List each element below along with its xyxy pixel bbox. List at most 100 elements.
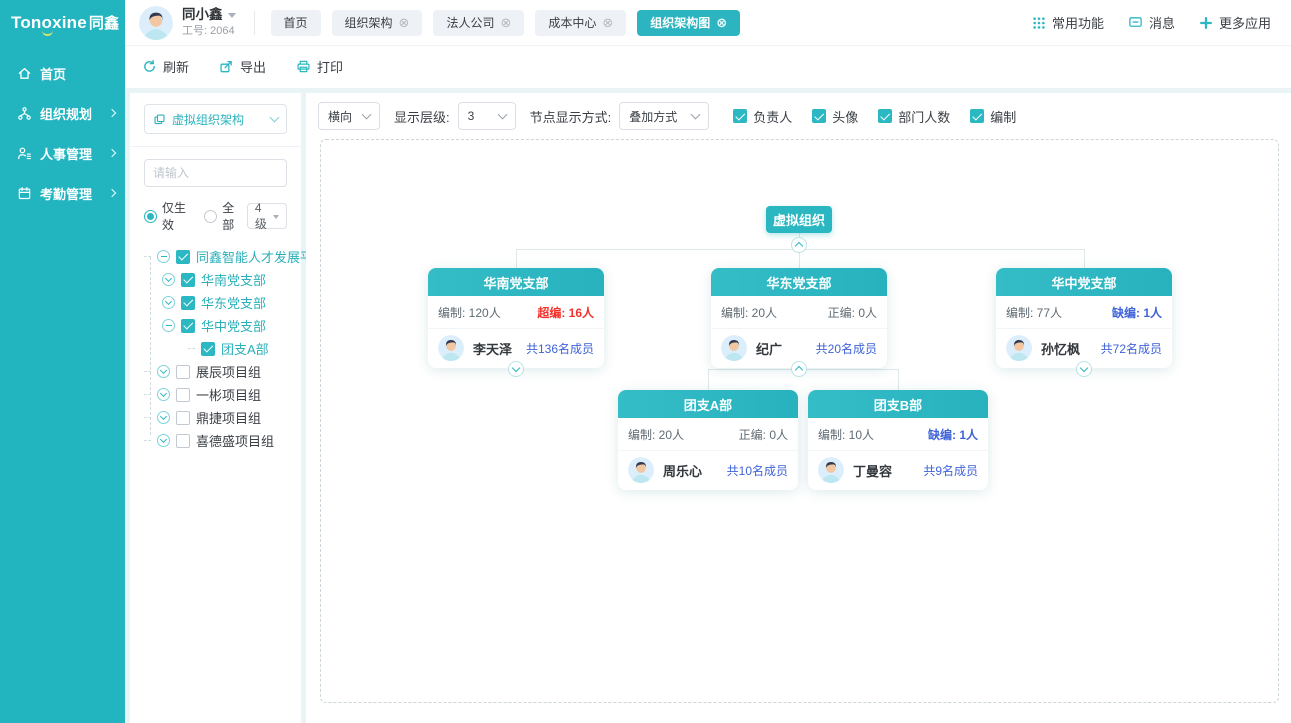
search-input[interactable] (144, 159, 287, 187)
common-functions-button[interactable]: 常用功能 (1032, 13, 1104, 32)
collapse-icon[interactable] (157, 250, 170, 263)
close-icon[interactable]: ⊗ (500, 16, 511, 29)
checkbox-checked[interactable] (181, 273, 195, 287)
radio-all[interactable] (204, 210, 217, 223)
print-icon (296, 59, 311, 74)
tree-node-huanan[interactable]: 华南党支部 (162, 268, 287, 291)
tab-legal-company[interactable]: 法人公司⊗ (433, 10, 524, 36)
expand-down-icon[interactable] (508, 361, 524, 377)
user-info[interactable]: 同小鑫 工号: 2064 (182, 7, 236, 37)
level-depth-select[interactable]: 4级 (247, 203, 287, 229)
sidebar-item-home[interactable]: 首页 (0, 53, 125, 93)
sidebar-item-org-planning[interactable]: 组织规划 (0, 93, 125, 133)
checkbox-avatar[interactable]: 头像 (812, 107, 858, 126)
checkbox-checked[interactable] (201, 342, 215, 356)
tree-node-tuanzhi-a[interactable]: 团支A部 (188, 337, 287, 360)
checkbox-headcount[interactable]: 部门人数 (878, 107, 950, 126)
checkbox-unchecked[interactable] (176, 434, 190, 448)
export-button[interactable]: 导出 (219, 57, 266, 76)
node-members-link[interactable]: 共20名成员 (816, 340, 877, 357)
node-members-link[interactable]: 共9名成员 (923, 462, 978, 479)
close-icon[interactable]: ⊗ (716, 16, 727, 29)
org-node-card-huadong[interactable]: 华东党支部 编制: 20人 正编: 0人 纪广 共20名成员 (711, 268, 887, 368)
print-button[interactable]: 打印 (296, 57, 343, 76)
calendar-icon (16, 185, 32, 201)
radio-effective-only[interactable] (144, 210, 157, 223)
tab-home[interactable]: 首页 (271, 10, 321, 36)
messages-button[interactable]: 消息 (1128, 13, 1175, 32)
more-apps-button[interactable]: 更多应用 (1199, 13, 1271, 32)
collapse-icon[interactable] (162, 319, 175, 332)
close-icon[interactable]: ⊗ (399, 16, 410, 29)
sidebar-item-attendance[interactable]: 考勤管理 (0, 173, 125, 213)
checkbox-checked[interactable] (733, 109, 747, 123)
org-node-title[interactable]: 华中党支部 (996, 268, 1172, 296)
checkbox-checked[interactable] (812, 109, 826, 123)
org-node-card-tuanzhi-b[interactable]: 团支B部 编制: 10人 缺编: 1人 丁曼容 共9名成员 (808, 390, 988, 490)
home-icon (16, 65, 32, 81)
checkbox-unchecked[interactable] (176, 365, 190, 379)
org-node-title[interactable]: 团支A部 (618, 390, 798, 418)
org-node-title[interactable]: 华南党支部 (428, 268, 604, 296)
node-members-link[interactable]: 共136名成员 (526, 340, 594, 357)
checkbox-checked[interactable] (181, 319, 195, 333)
node-leader-name: 丁曼容 (853, 461, 892, 480)
expand-icon[interactable] (157, 434, 170, 447)
header-actions: 常用功能 消息 更多应用 (1032, 13, 1271, 32)
chevron-right-icon (108, 149, 116, 157)
expand-icon[interactable] (162, 296, 175, 309)
tree-node-huadong[interactable]: 华东党支部 (162, 291, 287, 314)
orientation-select[interactable]: 横向 (318, 102, 380, 130)
checkbox-unchecked[interactable] (176, 411, 190, 425)
tree-node-xidesheng[interactable]: 喜德盛项目组 (144, 429, 287, 452)
org-type-select[interactable]: 虚拟组织架构 (144, 104, 287, 134)
org-node-card-tuanzhi-a[interactable]: 团支A部 编制: 20人 正编: 0人 周乐心 共10名成员 (618, 390, 798, 490)
sidebar-item-label: 人事管理 (40, 144, 92, 163)
tree-node-huazhong[interactable]: 华中党支部 (162, 314, 287, 337)
user-avatar[interactable] (139, 6, 173, 40)
tree-node-platform[interactable]: 同鑫智能人才发展平台 (144, 245, 287, 268)
org-chart-canvas[interactable]: 虚拟组织 华南党支部 编制: 120人 超编: 16人 李天泽 共136名成员 … (320, 139, 1279, 703)
collapse-up-icon[interactable] (791, 361, 807, 377)
checkbox-checked[interactable] (176, 250, 190, 264)
sidebar-item-hr[interactable]: 人事管理 (0, 133, 125, 173)
expand-icon[interactable] (157, 411, 170, 424)
node-display-select[interactable]: 叠加方式 (619, 102, 709, 130)
org-node-title[interactable]: 团支B部 (808, 390, 988, 418)
checkbox-establishment[interactable]: 编制 (970, 107, 1016, 126)
collapse-up-icon[interactable] (791, 237, 807, 253)
checkbox-checked[interactable] (878, 109, 892, 123)
plus-icon (1199, 16, 1213, 30)
org-tree-panel: 虚拟组织架构 仅生效 全部 4级 同鑫智能人才发展平台 (130, 93, 301, 723)
level-select[interactable]: 3 (458, 102, 516, 130)
checkbox-checked[interactable] (181, 296, 195, 310)
checkbox-leader[interactable]: 负责人 (733, 107, 792, 126)
node-leader-name: 孙忆枫 (1041, 339, 1080, 358)
expand-icon[interactable] (162, 273, 175, 286)
expand-icon[interactable] (157, 388, 170, 401)
node-leader-name: 周乐心 (663, 461, 702, 480)
tree-node-dingjie[interactable]: 鼎捷项目组 (144, 406, 287, 429)
org-node-card-huazhong[interactable]: 华中党支部 编制: 77人 缺编: 1人 孙忆枫 共72名成员 (996, 268, 1172, 368)
checkbox-unchecked[interactable] (176, 388, 190, 402)
node-members-link[interactable]: 共72名成员 (1101, 340, 1162, 357)
tree-node-yibin[interactable]: 一彬项目组 (144, 383, 287, 406)
node-status-under: 缺编: 1人 (1112, 304, 1162, 321)
org-node-card-huanan[interactable]: 华南党支部 编制: 120人 超编: 16人 李天泽 共136名成员 (428, 268, 604, 368)
tab-org-chart[interactable]: 组织架构图⊗ (637, 10, 740, 36)
leader-avatar (438, 335, 464, 361)
org-root-node[interactable]: 虚拟组织 (766, 206, 832, 233)
refresh-button[interactable]: 刷新 (142, 57, 189, 76)
close-icon[interactable]: ⊗ (602, 16, 613, 29)
org-node-title[interactable]: 华东党支部 (711, 268, 887, 296)
checkbox-checked[interactable] (970, 109, 984, 123)
expand-icon[interactable] (157, 365, 170, 378)
tree-node-zhanchen[interactable]: 展辰项目组 (144, 360, 287, 383)
node-members-link[interactable]: 共10名成员 (727, 462, 788, 479)
tab-cost-center[interactable]: 成本中心⊗ (535, 10, 626, 36)
top-header: 同小鑫 工号: 2064 首页 组织架构⊗ 法人公司⊗ 成本中心⊗ 组织架构图⊗… (125, 0, 1291, 46)
leader-avatar (818, 457, 844, 483)
tab-org-structure[interactable]: 组织架构⊗ (332, 10, 423, 36)
expand-down-icon[interactable] (1076, 361, 1092, 377)
node-status-under: 缺编: 1人 (928, 426, 978, 443)
